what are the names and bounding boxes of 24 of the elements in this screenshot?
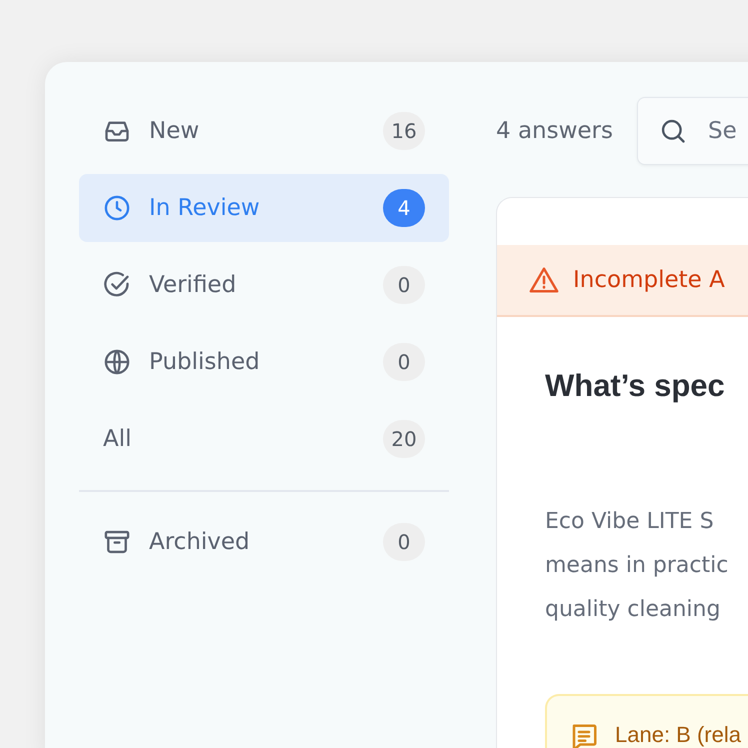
sidebar-item[interactable]: New 16 [79,97,449,165]
sidebar-item[interactable]: In Review 4 [79,174,449,242]
sidebar-item[interactable]: Published 0 [79,328,449,396]
sidebar-item[interactable]: Archived 0 [79,508,449,576]
question-title: What’s spec [545,367,726,405]
warning-text: Incomplete A [573,267,725,293]
sidebar-item[interactable]: All 20 [79,405,449,473]
count-badge: 0 [383,343,425,381]
answer-text: Eco Vibe LITE S means in practic quality cleaning [545,508,730,624]
count-badge: 4 [383,189,425,227]
count-badge: 0 [383,266,425,304]
note-text: Lane: B (rela [615,722,741,748]
archive-icon [103,528,131,556]
count-badge: 20 [383,420,425,458]
check-circle-icon [103,271,131,299]
globe-icon [103,348,131,376]
answer-count: 4 answers [496,118,613,144]
sidebar-item[interactable]: Verified 0 [79,251,449,319]
warning-icon [529,266,559,294]
search-icon [659,117,687,145]
search-field[interactable]: Se [637,97,748,165]
clock-icon [103,194,131,222]
count-badge: 0 [383,523,425,561]
count-badge: 16 [383,112,425,150]
